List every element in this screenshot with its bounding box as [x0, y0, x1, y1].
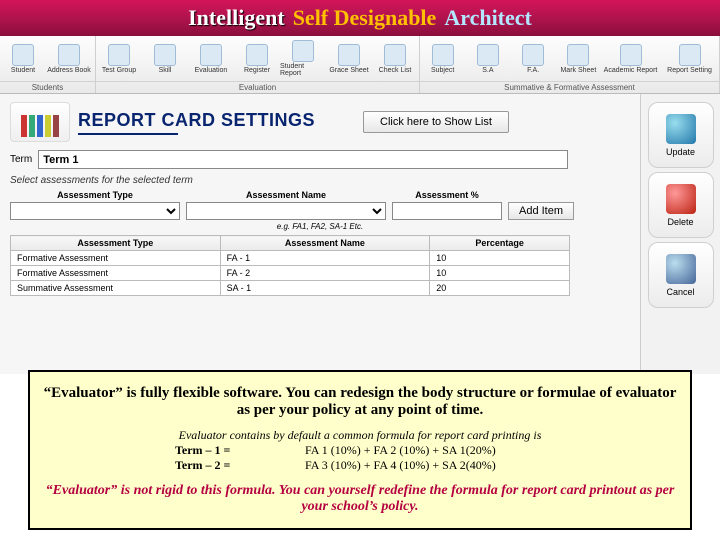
- delete-button[interactable]: Delete: [648, 172, 714, 238]
- cancel-button[interactable]: Cancel: [648, 242, 714, 308]
- skill-icon: [154, 44, 176, 66]
- page-title: REPORT CARD SETTINGS: [78, 110, 315, 131]
- assessment-type-select[interactable]: [10, 202, 180, 220]
- tb-evaluation[interactable]: Evaluation: [188, 36, 234, 81]
- page-title-block: REPORT CARD SETTINGS: [78, 110, 315, 135]
- show-list-button[interactable]: Click here to Show List: [363, 111, 509, 133]
- assessment-table: Assessment Type Assessment Name Percenta…: [10, 235, 570, 296]
- evaluation-icon: [200, 44, 222, 66]
- tb-gracesheet[interactable]: Grace Sheet: [326, 36, 372, 81]
- tb-testgroup[interactable]: Test Group: [96, 36, 142, 81]
- select-instruction: Select assessments for the selected term: [10, 175, 630, 186]
- books-icon: [10, 102, 70, 142]
- tb-fa[interactable]: F.A.: [511, 36, 556, 81]
- tb-studentreport[interactable]: Student Report: [280, 36, 326, 81]
- header-banner: Intelligent Self Designable Architect: [0, 0, 720, 36]
- col-assessment-name-label: Assessment Name: [186, 190, 386, 200]
- cancel-icon: [666, 254, 696, 284]
- toolbar-group-label: Students: [0, 81, 95, 93]
- sa-icon: [477, 44, 499, 66]
- student-icon: [12, 44, 34, 66]
- gracesheet-icon: [338, 44, 360, 66]
- toolbar-group-evaluation: Test Group Skill Evaluation Register Stu…: [96, 36, 420, 93]
- banner-word-1: Intelligent: [188, 5, 285, 31]
- table-row[interactable]: Summative AssessmentSA - 120: [11, 281, 570, 296]
- term1-formula: FA 1 (10%) + FA 2 (10%) + SA 1(20%): [305, 443, 545, 458]
- reportsetting-icon: [679, 44, 701, 66]
- info-text-2: Evaluator contains by default a common f…: [40, 428, 680, 443]
- tb-academicreport[interactable]: Academic Report: [601, 36, 660, 81]
- toolbar-group-label: Evaluation: [96, 81, 419, 93]
- th-type: Assessment Type: [11, 236, 221, 251]
- delete-icon: [666, 184, 696, 214]
- tb-reportsetting[interactable]: Report Setting: [660, 36, 719, 81]
- table-row[interactable]: Formative AssessmentFA - 110: [11, 251, 570, 266]
- title-underline: [78, 133, 178, 135]
- col-assessment-type-label: Assessment Type: [10, 190, 180, 200]
- subject-icon: [432, 44, 454, 66]
- testgroup-icon: [108, 44, 130, 66]
- toolbar-group-label: Summative & Formative Assessment: [420, 81, 719, 93]
- example-hint: e.g. FA1, FA2, SA-1 Etc.: [10, 222, 630, 231]
- tb-sa[interactable]: S.A: [465, 36, 510, 81]
- update-icon: [666, 114, 696, 144]
- register-icon: [246, 44, 268, 66]
- ribbon-toolbar: Student Address Book Students Test Group…: [0, 36, 720, 94]
- term1-label: Term – 1 =: [175, 443, 265, 458]
- tb-subject[interactable]: Subject: [420, 36, 465, 81]
- fa-icon: [522, 44, 544, 66]
- tb-skill[interactable]: Skill: [142, 36, 188, 81]
- term2-label: Term – 2 =: [175, 458, 265, 473]
- add-item-button[interactable]: Add Item: [508, 202, 574, 220]
- update-button[interactable]: Update: [648, 102, 714, 168]
- info-text-1: “Evaluator” is fully flexible software. …: [40, 385, 680, 419]
- info-box: “Evaluator” is fully flexible software. …: [28, 370, 692, 530]
- toolbar-group-assessment: Subject S.A F.A. Mark Sheet Academic Rep…: [420, 36, 720, 93]
- term-label: Term: [10, 154, 32, 165]
- checklist-icon: [384, 44, 406, 66]
- tb-checklist[interactable]: Check List: [372, 36, 418, 81]
- academicreport-icon: [620, 44, 642, 66]
- addressbook-icon: [58, 44, 80, 66]
- main-panel: REPORT CARD SETTINGS Click here to Show …: [0, 94, 640, 374]
- toolbar-group-students: Student Address Book Students: [0, 36, 96, 93]
- content-area: REPORT CARD SETTINGS Click here to Show …: [0, 94, 720, 374]
- banner-word-3: Architect: [444, 5, 532, 31]
- tb-student[interactable]: Student: [0, 36, 46, 81]
- th-pct: Percentage: [430, 236, 570, 251]
- studentreport-icon: [292, 40, 314, 62]
- assessment-pct-input[interactable]: [392, 202, 502, 220]
- info-text-3: “Evaluator” is not rigid to this formula…: [40, 483, 680, 515]
- tb-addressbook[interactable]: Address Book: [46, 36, 92, 81]
- assessment-name-select[interactable]: [186, 202, 386, 220]
- marksheet-icon: [567, 44, 589, 66]
- banner-word-2: Self Designable: [293, 5, 437, 31]
- term-input[interactable]: [38, 150, 568, 169]
- term2-formula: FA 3 (10%) + FA 4 (10%) + SA 2(40%): [305, 458, 545, 473]
- tb-register[interactable]: Register: [234, 36, 280, 81]
- col-assessment-pct-label: Assessment %: [392, 190, 502, 200]
- th-name: Assessment Name: [220, 236, 430, 251]
- tb-marksheet[interactable]: Mark Sheet: [556, 36, 601, 81]
- side-panel: Update Delete Cancel: [640, 94, 720, 374]
- table-row[interactable]: Formative AssessmentFA - 210: [11, 266, 570, 281]
